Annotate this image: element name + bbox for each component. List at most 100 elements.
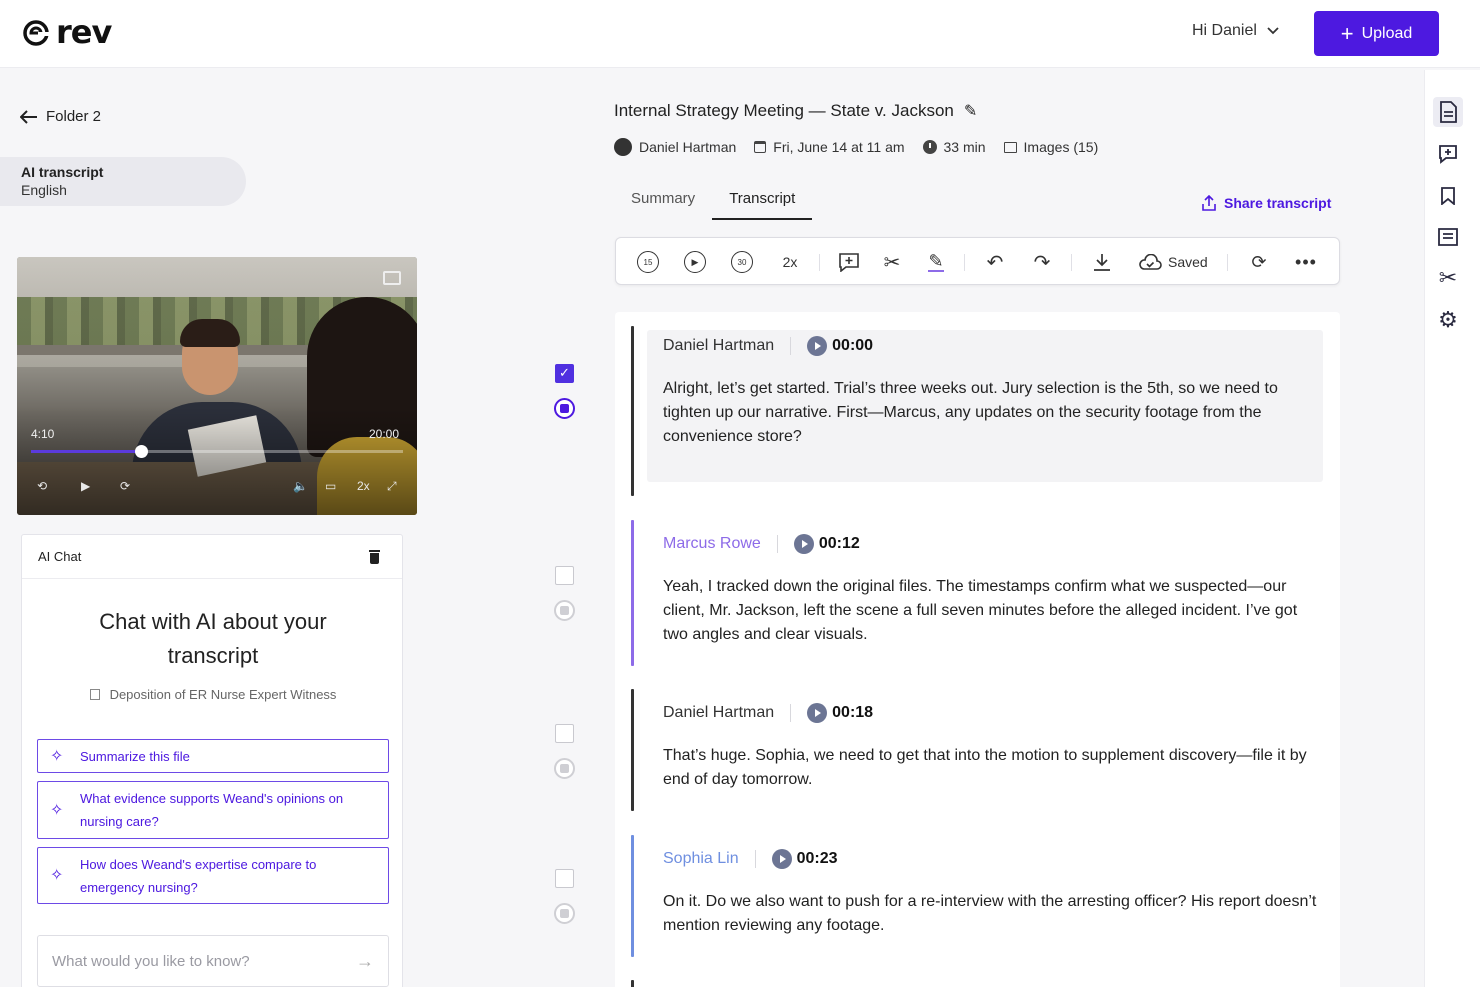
- captions-icon[interactable]: ▭: [325, 479, 336, 493]
- trash-icon[interactable]: [369, 549, 380, 564]
- picture-in-picture-icon[interactable]: [383, 271, 401, 285]
- suggestion-expertise[interactable]: ✧ How does Weand's expertise compare to …: [37, 847, 389, 904]
- play-button[interactable]: ▶: [683, 250, 707, 274]
- play-icon: ▶: [684, 251, 706, 273]
- send-arrow-icon[interactable]: →: [356, 951, 374, 972]
- segment-speaker-bar: [631, 520, 634, 666]
- segment-timestamp[interactable]: 00:23: [756, 849, 838, 869]
- segment-checkbox[interactable]: [555, 364, 574, 383]
- segment-text[interactable]: On it. Do we also want to push for a re-…: [663, 890, 1323, 938]
- speed-control[interactable]: 2x: [357, 479, 370, 493]
- redo-button[interactable]: ↷: [1030, 250, 1054, 274]
- toolbar-divider: [1227, 254, 1228, 271]
- rev-logo-icon: [23, 20, 50, 46]
- segment-text[interactable]: That’s huge. Sophia, we need to get that…: [663, 744, 1323, 792]
- transcript-segment[interactable]: Daniel Hartman 00:00 Alright, let’s get …: [631, 326, 1323, 496]
- highlighter-icon: ✎: [928, 251, 944, 272]
- segment-timestamp[interactable]: 00:18: [791, 703, 873, 723]
- play-circle-icon: [771, 849, 792, 869]
- more-options-button[interactable]: •••: [1294, 250, 1318, 274]
- notes-icon: [1438, 228, 1458, 246]
- share-label: Share transcript: [1224, 195, 1332, 211]
- segment-header: Sophia Lin 00:23: [663, 835, 1323, 869]
- edit-pencil-icon[interactable]: ✎: [964, 101, 977, 121]
- playback-speed-button[interactable]: 2x: [778, 250, 802, 274]
- rewind-icon[interactable]: ⟲: [37, 479, 47, 493]
- video-seek-handle[interactable]: [134, 445, 148, 458]
- add-comment-button[interactable]: [837, 250, 861, 274]
- rail-bookmarks[interactable]: [1433, 181, 1463, 211]
- speaker-name[interactable]: Daniel Hartman: [663, 337, 792, 355]
- forward-30-icon: 30: [731, 251, 753, 273]
- segment-speaker-bar: [631, 326, 634, 496]
- segment-timestamp[interactable]: 00:12: [778, 534, 860, 554]
- meta-images[interactable]: Images (15): [1003, 139, 1099, 155]
- document-icon: [89, 689, 100, 700]
- play-circle-icon: [793, 534, 814, 554]
- meta-author: Daniel Hartman: [614, 138, 736, 156]
- user-menu[interactable]: Hi Daniel: [1192, 22, 1279, 40]
- chevron-down-icon: [1267, 27, 1279, 35]
- segment-checkbox[interactable]: [555, 869, 574, 888]
- transcript-segment[interactable]: Marcus Rowe 00:12 Yeah, I tracked down t…: [631, 520, 1323, 666]
- segment-speaker-bar: [631, 689, 634, 811]
- rail-add-comment[interactable]: [1433, 139, 1463, 169]
- undo-button[interactable]: ↶: [983, 250, 1007, 274]
- sparkle-icon: ✧: [50, 801, 64, 819]
- suggestion-summarize[interactable]: ✧ Summarize this file: [37, 739, 389, 773]
- play-icon[interactable]: ▶: [81, 479, 90, 493]
- segment-text[interactable]: Yeah, I tracked down the original files.…: [663, 575, 1323, 647]
- logo-text: rev: [56, 13, 112, 51]
- video-player[interactable]: 4:10 20:00 ⟲ ▶ ⟳ 🔈 ▭ 2x ⤢: [17, 257, 417, 515]
- transcript-selector[interactable]: AI transcript English: [0, 157, 246, 206]
- forward-30-button[interactable]: 30: [730, 250, 754, 274]
- ai-chat-input-box: →: [37, 935, 389, 987]
- ai-chat-input[interactable]: [52, 952, 356, 970]
- document-title: Internal Strategy Meeting — State v. Jac…: [614, 101, 954, 120]
- share-transcript-link[interactable]: Share transcript: [1202, 195, 1331, 211]
- rev-logo[interactable]: rev: [22, 13, 112, 51]
- redo-icon: ↷: [1033, 251, 1051, 274]
- clip-button[interactable]: ✂: [880, 250, 904, 274]
- speaker-name[interactable]: Daniel Hartman: [663, 704, 792, 722]
- tab-transcript[interactable]: Transcript: [712, 180, 813, 220]
- segment-play-toggle[interactable]: [554, 600, 575, 621]
- avatar: [614, 138, 632, 156]
- upload-button[interactable]: + Upload: [1314, 11, 1439, 56]
- more-horizontal-icon: •••: [1295, 251, 1317, 272]
- volume-icon[interactable]: 🔈: [293, 479, 308, 493]
- speaker-name[interactable]: Sophia Lin: [663, 850, 756, 868]
- segment-checkbox[interactable]: [555, 724, 574, 743]
- tab-summary[interactable]: Summary: [614, 180, 712, 220]
- segment-checkbox[interactable]: [555, 566, 574, 585]
- segment-header: Marcus Rowe 00:12: [663, 520, 1323, 554]
- fast-forward-icon[interactable]: ⟳: [120, 479, 130, 493]
- segment-text[interactable]: Alright, let’s get started. Trial’s thre…: [663, 377, 1323, 449]
- segment-timestamp[interactable]: 00:00: [791, 336, 873, 356]
- fullscreen-icon[interactable]: ⤢: [387, 479, 397, 494]
- ai-chat-file-reference: Deposition of ER Nurse Expert Witness: [22, 687, 404, 702]
- find-replace-button[interactable]: ⟳: [1247, 250, 1271, 274]
- segment-play-toggle[interactable]: [554, 903, 575, 924]
- segment-play-toggle[interactable]: [554, 398, 575, 419]
- rewind-15-button[interactable]: 15: [636, 250, 660, 274]
- transcript-segment[interactable]: Sophia Lin 00:23 On it. Do we also want …: [631, 835, 1323, 957]
- rail-settings[interactable]: ⚙: [1433, 305, 1463, 335]
- view-tabs: Summary Transcript: [614, 180, 813, 220]
- back-to-folder-link[interactable]: Folder 2: [20, 108, 101, 125]
- transcript-segment[interactable]: Daniel Hartman 00:18 That’s huge. Sophia…: [631, 689, 1323, 811]
- rail-transcript[interactable]: [1433, 97, 1463, 127]
- editor-toolbar: 15 ▶ 30 2x ✂ ✎ ↶ ↷ Saved ⟳ •••: [615, 237, 1340, 285]
- saved-status[interactable]: Saved: [1138, 250, 1208, 274]
- segment-play-toggle[interactable]: [554, 758, 575, 779]
- date-label: Fri, June 14 at 11 am: [773, 139, 905, 155]
- rail-clips[interactable]: ✂: [1433, 263, 1463, 293]
- scissors-icon: ✂: [883, 251, 901, 274]
- speaker-name[interactable]: Marcus Rowe: [663, 535, 778, 553]
- video-seek-bar[interactable]: [31, 445, 403, 458]
- download-button[interactable]: [1090, 250, 1114, 274]
- highlight-button[interactable]: ✎: [924, 250, 948, 274]
- rail-notes[interactable]: [1433, 222, 1463, 252]
- suggestion-evidence[interactable]: ✧ What evidence supports Weand's opinion…: [37, 781, 389, 839]
- images-label: Images (15): [1023, 139, 1099, 155]
